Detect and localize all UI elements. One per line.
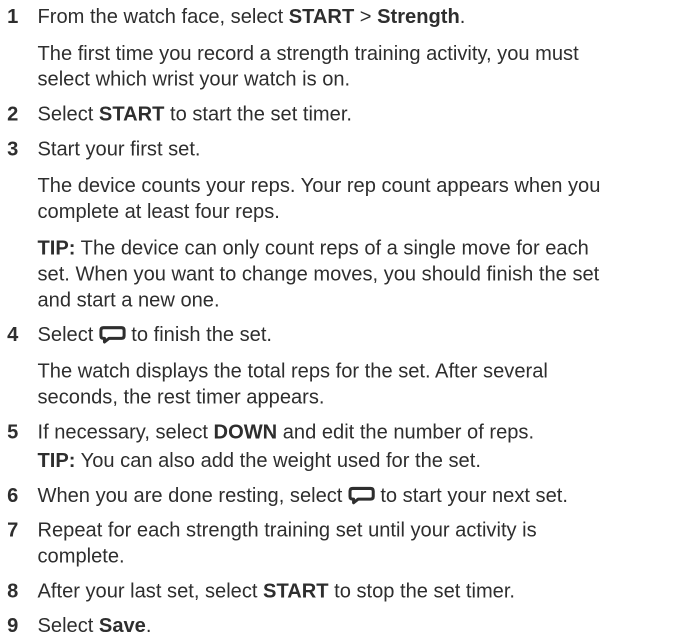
- step-9: 9 Select Save.: [0, 613, 616, 639]
- key-start: START: [263, 579, 329, 602]
- step-text-part: If necessary, select: [37, 420, 214, 443]
- step-tip: TIP: The device can only count reps of a…: [38, 235, 614, 313]
- lap-loop-icon: [99, 324, 126, 344]
- tip-text: The device can only count reps of a sing…: [37, 236, 600, 311]
- step-4: 4 Select to finish the set. The watch di…: [0, 321, 616, 409]
- step-text-part: to start the set timer.: [164, 102, 353, 126]
- step-text-part: Select: [37, 323, 99, 346]
- step-5: 5 If necessary, select DOWN and edit the…: [0, 419, 616, 473]
- step-text-part: Select: [37, 102, 99, 126]
- step-number: 3: [7, 137, 19, 160]
- step-text: Repeat for each strength training set un…: [37, 518, 537, 567]
- tip-text: You can also add the weight used for the…: [75, 449, 481, 472]
- step-number: 6: [7, 483, 19, 507]
- step-text: When you are done resting, select to sta…: [38, 482, 614, 508]
- menu-save: Save: [98, 614, 146, 637]
- step-text: After your last set, select START to sto…: [38, 578, 614, 604]
- step-number: 4: [7, 323, 19, 346]
- step-note: The first time you record a strength tra…: [37, 41, 579, 91]
- key-down: DOWN: [213, 420, 278, 443]
- step-number: 7: [7, 518, 19, 542]
- step-2: 2 Select START to start the set timer.: [0, 101, 616, 127]
- step-text-part: Select: [37, 614, 99, 637]
- step-text: Start your first set.: [37, 137, 201, 160]
- step-number: 8: [7, 579, 19, 602]
- step-text-part: When you are done resting, select: [37, 483, 348, 507]
- step-tip: TIP: You can also add the weight used fo…: [38, 447, 614, 473]
- step-6: 6 When you are done resting, select to s…: [0, 482, 616, 508]
- step-text: Select Save.: [38, 613, 614, 639]
- step-text-part: >: [354, 5, 378, 28]
- step-text-part: and edit the number of reps.: [277, 420, 535, 443]
- step-8: 8 After your last set, select START to s…: [0, 578, 616, 604]
- step-7: 7 Repeat for each strength training set …: [0, 517, 616, 569]
- step-number: 5: [7, 420, 19, 443]
- step-text-part: .: [145, 614, 152, 637]
- step-note: The device counts your reps. Your rep co…: [37, 174, 601, 223]
- key-start: START: [98, 102, 165, 126]
- step-number: 1: [7, 5, 19, 28]
- key-start: START: [288, 5, 355, 28]
- step-text-part: to start your next set.: [374, 483, 568, 507]
- step-number: 2: [7, 102, 19, 126]
- step-text-part: From the watch face, select: [37, 5, 289, 28]
- step-text: From the watch face, select START > Stre…: [38, 4, 614, 30]
- step-text-part: .: [459, 5, 466, 28]
- step-number: 9: [7, 614, 19, 637]
- step-1: 1 From the watch face, select START > St…: [0, 4, 616, 92]
- step-3: 3 Start your first set. The device count…: [0, 136, 616, 313]
- step-text-part: to stop the set timer.: [328, 579, 516, 602]
- step-text: Select START to start the set timer.: [38, 101, 614, 127]
- lap-loop-icon: [348, 485, 375, 505]
- step-note: The watch displays the total reps for th…: [37, 359, 548, 409]
- step-text: Select to finish the set.: [38, 321, 614, 347]
- tip-label: TIP:: [37, 236, 76, 259]
- step-text-part: After your last set, select: [37, 579, 264, 602]
- step-text: If necessary, select DOWN and edit the n…: [38, 419, 614, 445]
- menu-strength: Strength: [377, 5, 460, 28]
- instruction-steps: 1 From the watch face, select START > St…: [0, 0, 616, 636]
- step-text-part: to finish the set.: [125, 323, 273, 346]
- tip-label: TIP:: [37, 449, 76, 472]
